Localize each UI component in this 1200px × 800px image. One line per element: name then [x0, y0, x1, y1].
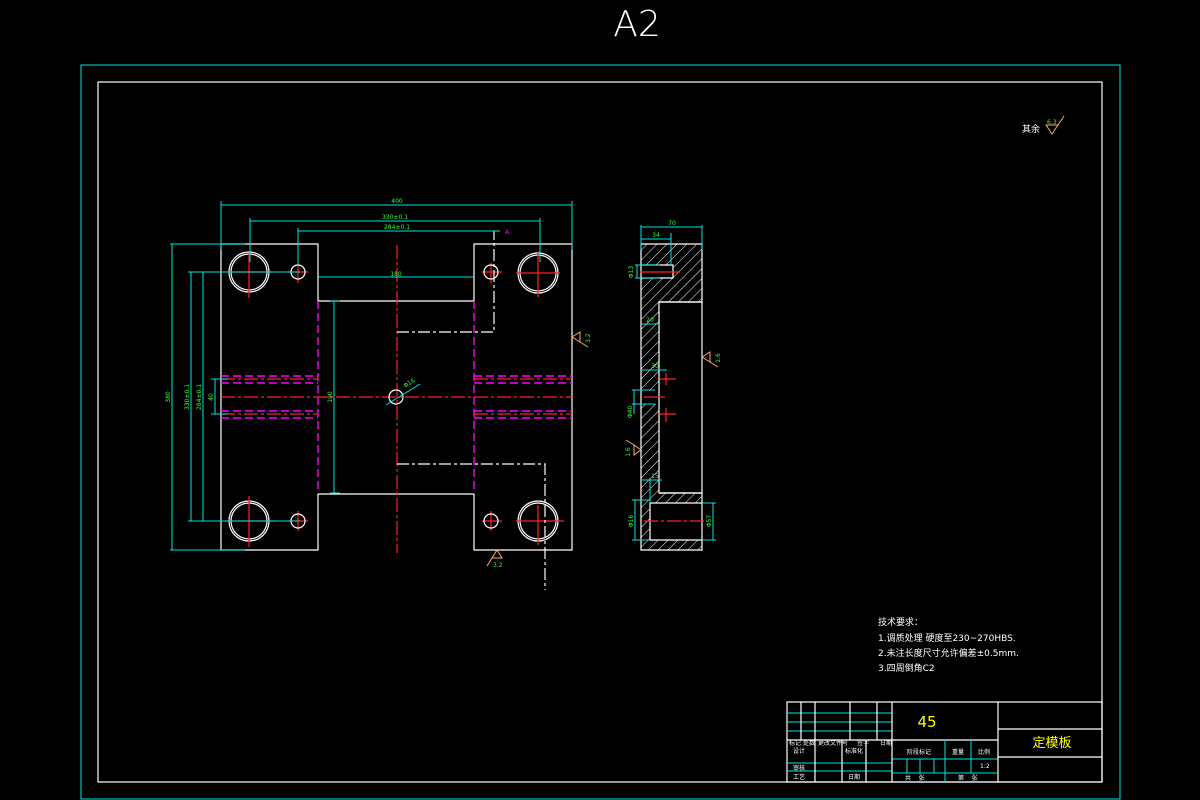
material: 45	[917, 713, 936, 731]
label-roughness-general-label: 其余	[1022, 123, 1040, 135]
inner-frame	[97, 81, 1103, 783]
dim-400: 400	[391, 198, 403, 205]
cad-drawing: A2 其余 6.3 400 330±0.1 284±0.1 180 380 33…	[80, 4, 1121, 800]
label-title-block-sheet-no: 第 张	[958, 774, 978, 782]
label-title-block-weight-label: 重量	[952, 748, 964, 756]
side-view: 70 34 Φ13 20 30 Φ40 15 Φ16 Φ57 1.6 1.6	[625, 220, 722, 551]
label-title-block-headers-0: 标记	[789, 739, 801, 747]
label-side-view-dims-hole-a: Φ16	[628, 515, 635, 528]
label-roughness-marks-2: 1.6	[715, 353, 722, 363]
dim-40: 40	[208, 393, 215, 401]
general-roughness: 其余 6.3	[1022, 115, 1065, 135]
label-side-view-dims-hole-c: Φ57	[706, 515, 713, 528]
label-title-block-headers-4: 日期	[880, 739, 892, 747]
label-roughness-marks-0: 3.2	[585, 333, 592, 343]
label-technical-requirements-items-1: 2.未注长度尺寸允许偏差±0.5mm.	[878, 647, 1019, 659]
label-title-block-headers-1: 处数	[803, 739, 815, 747]
label-technical-requirements-items-0: 1.调质处理 硬度至230~270HBS.	[878, 632, 1016, 644]
label-title-block-process-label: 工艺	[793, 773, 805, 781]
label-title-block-review-label: 审核	[793, 764, 805, 772]
label-side-view-dims-slot-dia: Φ40	[627, 406, 634, 419]
dim-284v: 284±0.1	[196, 384, 203, 410]
dim-284: 284±0.1	[384, 224, 410, 231]
drawing-path	[385, 383, 421, 406]
label-roughness-marks-3: 1.6	[625, 447, 632, 457]
title-block: 45 定模板 标记 处数 更改文件号 签字 日期 设计 标准化 审核 工艺 日期…	[786, 701, 1103, 783]
label-title-block-standardization-label: 标准化	[845, 747, 863, 755]
dim-330: 330±0.1	[382, 214, 408, 221]
label-title-block-sheets-total: 共 张	[905, 774, 925, 782]
label-side-view-dims-wall: 20	[646, 317, 654, 324]
label-title-block-stage-label: 阶段标记	[907, 748, 931, 756]
label-title-block-scale-label: 比例	[978, 748, 990, 756]
label-side-view-dims-bottom-step: 15	[651, 473, 659, 480]
dim-190: 190	[327, 391, 334, 403]
label-side-view-dims-counterbore-depth: 34	[652, 232, 660, 239]
label-side-view-dims-thickness: 70	[668, 220, 676, 227]
label-title-block-scale: 1:2	[980, 763, 990, 770]
sheet-size-label: A2	[613, 4, 661, 45]
section-mark: A	[505, 229, 510, 236]
label-title-block-headers-2: 更改文件号	[818, 739, 848, 747]
label-title-block-date-label: 日期	[848, 773, 860, 781]
drawing-g: 标记 处数 更改文件号 签字 日期 设计 标准化 审核 工艺 日期 阶段标记 重…	[789, 739, 990, 782]
label-side-view-dims-step: 30	[651, 363, 659, 370]
label-side-view-dims-hole-b: Φ13	[628, 266, 635, 279]
outer-frame	[80, 64, 1121, 800]
label-roughness-marks-1: 3.2	[493, 562, 503, 569]
front-view: 400 330±0.1 284±0.1 180 380 330±0.1 284±…	[165, 198, 592, 590]
dim-380: 380	[165, 391, 172, 403]
label-title-block-designer-label: 设计	[793, 747, 805, 755]
dim-330v: 330±0.1	[184, 384, 191, 410]
drawing-path	[297, 228, 500, 265]
technical-requirements: 技术要求： 1.调质处理 硬度至230~270HBS. 2.未注长度尺寸允许偏差…	[878, 616, 1019, 674]
label-technical-requirements-items-2: 3.四周倒角C2	[878, 662, 935, 674]
part-name: 定模板	[1032, 736, 1071, 751]
label-technical-requirements-title: 技术要求：	[878, 616, 923, 628]
label-title-block-headers-3: 签字	[857, 739, 869, 747]
dim-180: 180	[390, 271, 402, 278]
